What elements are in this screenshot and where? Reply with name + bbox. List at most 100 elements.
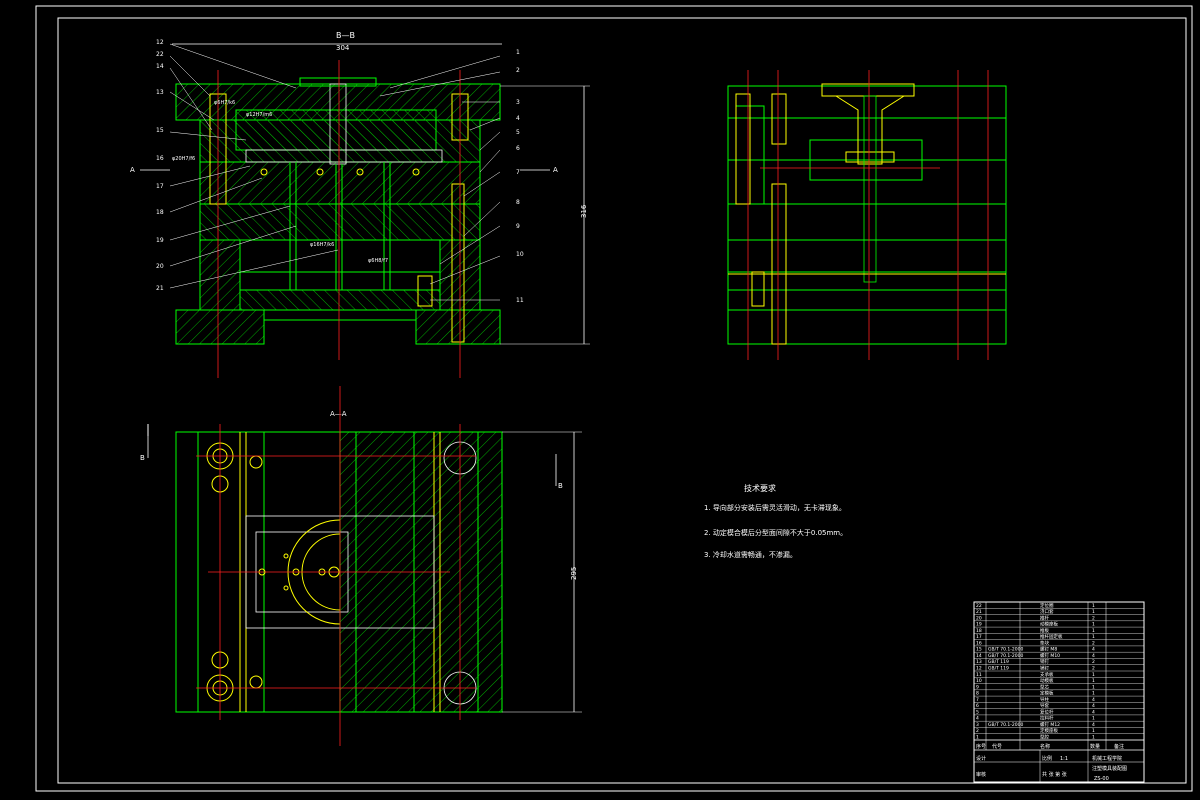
callout-11: 11 xyxy=(516,297,524,304)
section-marker-left: A xyxy=(130,166,135,174)
parts-table-cell: 1 xyxy=(1092,684,1095,690)
fit-note-5: φ6H8/f7 xyxy=(368,258,388,264)
callout-20: 20 xyxy=(156,263,164,270)
title-block-drawing-no: ZS-00 xyxy=(1094,776,1109,782)
parts-table-cell: GB/T 70.1-2000 xyxy=(988,653,1024,659)
parts-table-cell: GB/T 119 xyxy=(988,659,1009,665)
parts-table-cell: GB/T 119 xyxy=(988,666,1009,672)
callout-4: 4 xyxy=(516,115,520,122)
callout-14: 14 xyxy=(156,63,164,70)
parts-table-cell: 垫块 xyxy=(1040,639,1049,646)
callout-21: 21 xyxy=(156,285,164,292)
parts-table-cell: 4 xyxy=(1092,709,1095,715)
parts-table-cell: 1 xyxy=(1092,691,1095,697)
parts-table-cell: 8 xyxy=(976,691,979,697)
title-block-checker: 审核 xyxy=(976,771,986,778)
parts-table-cell: 导套 xyxy=(1040,702,1049,709)
callout-22: 22 xyxy=(156,51,164,58)
parts-table-cell: 4 xyxy=(1092,703,1095,709)
title-block-scale: 1:1 xyxy=(1060,756,1068,762)
callout-7: 7 xyxy=(516,169,520,176)
parts-table-cell: 14 xyxy=(976,653,982,659)
header-remark: 备注 xyxy=(1114,743,1124,750)
parts-table-cell: 推杆固定板 xyxy=(1040,633,1063,640)
parts-table-cell: 4 xyxy=(1092,697,1095,703)
plan-view: A—A 295 B B xyxy=(140,386,582,746)
parts-table-cell: 1 xyxy=(1092,728,1095,734)
parts-table-cell: 2 xyxy=(1092,659,1095,665)
fit-note-2: φ12H7/m6 xyxy=(246,112,272,118)
parts-table-cell: 11 xyxy=(976,672,982,678)
parts-table-cell: 1 xyxy=(1092,609,1095,615)
parts-table-cell: 动模板 xyxy=(1040,677,1054,684)
tech-req-title: 技术要求 xyxy=(744,483,776,493)
parts-table-cell: 定位圈 xyxy=(1040,602,1054,609)
parts-table-cell: 1 xyxy=(1092,672,1095,678)
parts-table-cell: 拉料杆 xyxy=(1040,715,1054,722)
parts-table-cell: GB/T 70.1-2000 xyxy=(988,647,1024,653)
callout-5: 5 xyxy=(516,129,520,136)
parts-table-cell: 1 xyxy=(1092,628,1095,634)
callout-2: 2 xyxy=(516,67,520,74)
side-section-view xyxy=(727,70,1007,360)
parts-table-cell: 支承板 xyxy=(1040,671,1054,678)
callout-3: 3 xyxy=(516,99,520,106)
section-bb-label: B—B xyxy=(336,31,355,40)
parts-table-cell: 17 xyxy=(976,634,982,640)
section-marker-b-left: B xyxy=(140,454,145,462)
parts-table-cell: 3 xyxy=(976,722,979,728)
cad-drawing-canvas: B—B 304 316 A A 12 22 14 13 15 16 17 18 … xyxy=(35,5,1193,792)
section-aa-label: A—A xyxy=(330,410,347,418)
callout-9: 9 xyxy=(516,223,520,230)
parts-table-cell: 2 xyxy=(1092,666,1095,672)
header-index: 序号 xyxy=(976,743,986,750)
parts-table-cell: 型芯 xyxy=(1040,683,1049,690)
parts-table-cell: 15 xyxy=(976,647,982,653)
callout-6: 6 xyxy=(516,145,520,152)
parts-table-cell: 12 xyxy=(976,666,982,672)
parts-table-cell: 4 xyxy=(1092,647,1095,653)
parts-table-cell: 销钉 xyxy=(1040,658,1049,665)
parts-table-cell: 定模板 xyxy=(1040,690,1054,697)
parts-table-cell: 2 xyxy=(976,728,979,734)
callout-1: 1 xyxy=(516,49,520,56)
header-name: 名称 xyxy=(1040,743,1050,750)
callout-12: 12 xyxy=(156,39,164,46)
parts-table-cell: 2 xyxy=(1092,640,1095,646)
callout-10: 10 xyxy=(516,251,524,258)
width-dimension: 304 xyxy=(336,44,350,52)
tech-req-item-2: 2. 动定模合模后分型面间隙不大于0.05mm。 xyxy=(704,528,847,537)
parts-table-cell: 型腔 xyxy=(1040,734,1049,741)
parts-table-cell: 1 xyxy=(1092,622,1095,628)
height-dimension-bottom: 295 xyxy=(570,567,578,580)
title-block-drawing-name: 注塑模具装配图 xyxy=(1092,765,1127,772)
parts-table-cell: 螺钉 M8 xyxy=(1040,646,1057,653)
tech-req-item-3: 3. 冷却水道需畅通，不渗漏。 xyxy=(704,550,797,559)
parts-table-cell: 浇口套 xyxy=(1040,608,1054,615)
parts-table-cell: 1 xyxy=(1092,716,1095,722)
header-code: 代号 xyxy=(992,743,1002,750)
parts-table-cell: 5 xyxy=(976,709,979,715)
fit-note-1: φ6H7/k6 xyxy=(214,100,235,106)
technical-requirements: 技术要求 1. 导向部分安装后需灵活滑动，无卡滞现象。 2. 动定模合模后分型面… xyxy=(704,483,847,559)
parts-rows: 22 定位圈 121 浇口套 120 推杆 219 动模座板 118 推板 117 推杆固定板 116 垫… xyxy=(974,602,1144,741)
parts-table: 22 定位圈 121 浇口套 120 推杆 219 动模座板 118 推板 117 推杆固定板 116 垫… xyxy=(973,601,1145,783)
parts-table-cell: 2 xyxy=(1092,615,1095,621)
title-block-sheet: 共 张 第 张 xyxy=(1042,771,1067,778)
section-marker-right: A xyxy=(553,166,558,174)
parts-table-cell: 9 xyxy=(976,684,979,690)
tech-req-item-1: 1. 导向部分安装后需灵活滑动，无卡滞现象。 xyxy=(704,503,846,512)
callout-17: 17 xyxy=(156,183,164,190)
parts-table-cell: 螺钉 M10 xyxy=(1040,652,1060,659)
parts-table-cell: 19 xyxy=(976,622,982,628)
parts-table-cell: 22 xyxy=(976,603,982,609)
parts-table-cell: GB/T 70.1-2000 xyxy=(988,722,1024,728)
title-block-designer: 设计 xyxy=(976,755,986,762)
parts-table-cell: 7 xyxy=(976,697,979,703)
fit-note-4: φ16H7/k6 xyxy=(310,242,334,248)
callout-19: 19 xyxy=(156,237,164,244)
parts-table-cell: 20 xyxy=(976,615,982,621)
callout-15: 15 xyxy=(156,127,164,134)
title-block-scale-label: 比例 xyxy=(1042,755,1052,762)
parts-table-cell: 1 xyxy=(1092,634,1095,640)
